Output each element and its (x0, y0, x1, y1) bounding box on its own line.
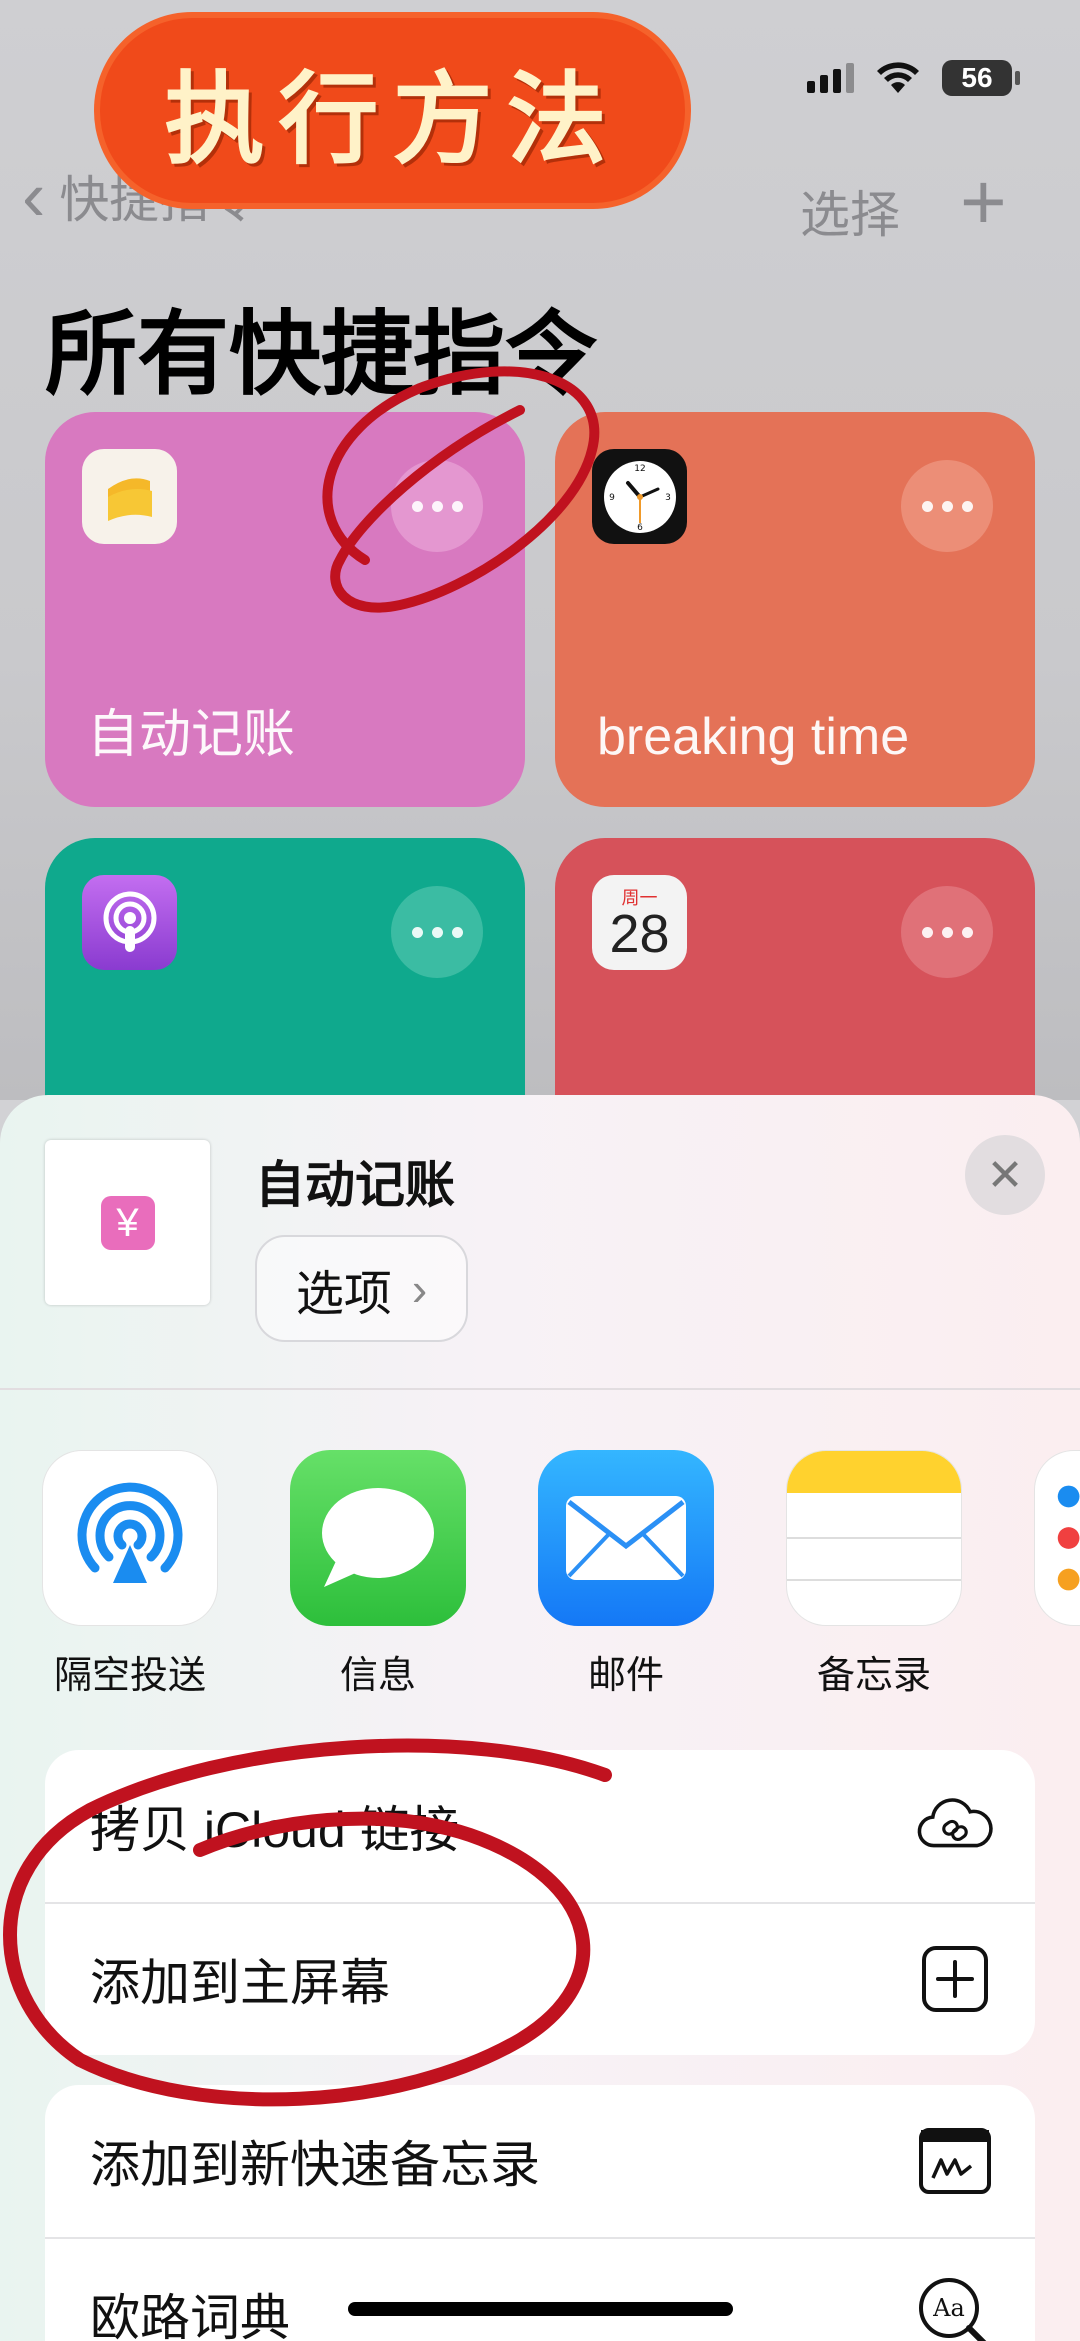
action-label: 欧路词典 (90, 2290, 290, 2341)
share-target-label: 隔空投送 (53, 1655, 206, 1697)
action-label: 添加到主屏幕 (90, 1955, 390, 2011)
share-target-messages[interactable]: 信息 (290, 1450, 470, 1699)
share-targets-row: 隔空投送 信息 邮件 备忘录 (0, 1450, 1080, 1710)
select-button[interactable]: 选择 (800, 175, 900, 247)
icloud-link-icon (915, 1786, 995, 1866)
share-target-notes[interactable]: 备忘录 (786, 1450, 966, 1699)
share-target-label: 邮件 (587, 1655, 664, 1697)
add-square-icon (915, 1939, 995, 2019)
copy-icloud-link-action[interactable]: 拷贝 iCloud 链接 (45, 1750, 1035, 1902)
calendar-day: 28 (609, 903, 670, 964)
home-indicator (348, 2302, 733, 2316)
add-shortcut-button[interactable]: + (960, 162, 1007, 242)
eudic-dictionary-action[interactable]: 欧路词典 Aa (45, 2237, 1035, 2341)
svg-text:3: 3 (665, 493, 671, 503)
options-label: 选项 (295, 1267, 392, 1321)
reminders-icon (1034, 1450, 1080, 1626)
shortcut-title: breaking time (597, 708, 910, 766)
tutorial-banner: 执行方法 (100, 18, 685, 203)
svg-text:9: 9 (609, 493, 615, 503)
svg-text:Aa: Aa (932, 2294, 965, 2322)
share-target-label: 提 (1034, 1644, 1080, 1699)
action-label: 拷贝 iCloud 链接 (90, 1802, 460, 1858)
more-options-button[interactable] (391, 460, 483, 552)
divider (0, 1388, 1080, 1390)
add-to-quick-note-action[interactable]: 添加到新快速备忘录 (45, 2085, 1035, 2237)
shortcuts-screen: 56 ‹ 快捷指令 选择 + 所有快捷指令 自动记账 12 3 6 9 brea… (0, 0, 1080, 1218)
action-group-1: 拷贝 iCloud 链接 添加到主屏幕 (45, 1750, 1035, 2055)
status-icons: 56 (807, 60, 1020, 96)
action-label: 添加到新快速备忘录 (90, 2137, 540, 2193)
share-target-label: 备忘录 (816, 1655, 931, 1697)
wifi-icon (877, 62, 919, 93)
page-title: 所有快捷指令 (45, 304, 598, 406)
share-target-reminders[interactable]: 提 (1034, 1450, 1080, 1699)
shortcut-title: 自动记账 (87, 706, 296, 764)
more-options-button[interactable] (391, 886, 483, 978)
share-target-mail[interactable]: 邮件 (538, 1450, 718, 1699)
podcasts-icon (82, 875, 177, 970)
mail-icon (538, 1450, 714, 1626)
cellular-signal-icon (807, 63, 854, 93)
notes-icon (786, 1450, 962, 1626)
calendar-icon: 周一 28 (592, 875, 687, 970)
shortcut-card-auto-bookkeeping[interactable]: 自动记账 (45, 412, 525, 807)
dictionary-icon: Aa (915, 2274, 995, 2341)
svg-text:6: 6 (637, 523, 643, 533)
shared-shortcut-name: 自动记账 (255, 1157, 455, 1213)
battery-indicator: 56 (942, 60, 1020, 96)
banner-text: 执行方法 (164, 60, 621, 178)
clock-icon: 12 3 6 9 (592, 449, 687, 544)
yen-icon: ¥ (100, 1195, 155, 1250)
share-target-airdrop[interactable]: 隔空投送 (42, 1450, 222, 1699)
options-button[interactable]: 选项 › (255, 1235, 468, 1342)
svg-text:12: 12 (634, 464, 645, 474)
add-to-home-screen-action[interactable]: 添加到主屏幕 (45, 1902, 1035, 2054)
shortcut-thumbnail: ¥ (45, 1140, 210, 1305)
share-target-label: 信息 (339, 1655, 416, 1697)
messages-icon (290, 1450, 466, 1626)
close-button[interactable]: ✕ (965, 1135, 1045, 1215)
more-options-button[interactable] (901, 460, 993, 552)
airdrop-icon (42, 1450, 218, 1626)
chevron-left-icon: ‹ (22, 157, 46, 235)
chevron-right-icon: › (411, 1262, 428, 1315)
quick-note-icon (915, 2121, 995, 2201)
wallet-icon (82, 449, 177, 544)
shortcut-card-breaking-time[interactable]: 12 3 6 9 breaking time (555, 412, 1035, 807)
more-options-button[interactable] (901, 886, 993, 978)
share-sheet: ¥ 自动记账 选项 › ✕ 隔空投送 信息 邮件 备忘录 拷贝 iCloud 链… (0, 1095, 1080, 2341)
